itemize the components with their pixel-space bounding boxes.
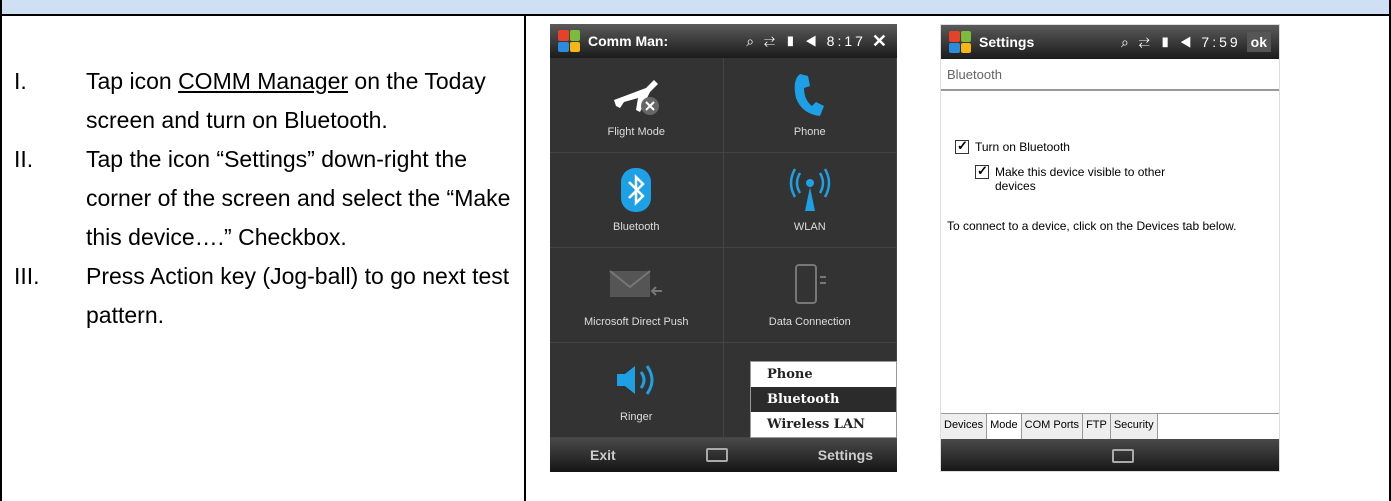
mail-icon xyxy=(550,260,723,310)
step-3: III. Press Action key (Jog-ball) to go n… xyxy=(14,257,524,335)
turn-on-bluetooth-checkbox[interactable]: Turn on Bluetooth xyxy=(955,138,1070,154)
antenna-icon xyxy=(724,165,897,215)
step-text: Press Action key (Jog-ball) to go next t… xyxy=(86,263,510,328)
bluetooth-icon xyxy=(550,165,723,215)
step-number: I. xyxy=(14,68,27,94)
tab-security[interactable]: Security xyxy=(1110,414,1158,439)
step-number: II. xyxy=(14,146,34,172)
visible-checkbox[interactable]: Make this device visible to other device… xyxy=(975,163,1195,193)
column-divider xyxy=(524,16,526,501)
step-text: Tap the icon “Settings” down-right the c… xyxy=(86,146,511,250)
step-1: I. Tap icon COMM Manager on the Today sc… xyxy=(14,62,524,140)
menu-item-bluetooth[interactable]: Bluetooth xyxy=(751,387,896,412)
step-text-pre: Tap icon xyxy=(86,68,179,94)
tab-mode[interactable]: Mode xyxy=(987,414,1022,439)
tile-label: Microsoft Direct Push xyxy=(583,316,689,328)
info-text: To connect to a device, click on the Dev… xyxy=(947,219,1237,233)
tab-devices[interactable]: Devices xyxy=(941,414,988,439)
speaker-icon xyxy=(550,355,723,405)
section-header: Bluetooth xyxy=(941,59,1279,91)
tile-direct-push[interactable]: Microsoft Direct Push xyxy=(550,248,724,343)
menu-item-wireless-lan[interactable]: Wireless LAN xyxy=(751,412,896,437)
tab-com-ports[interactable]: COM Ports xyxy=(1021,414,1084,439)
tile-bluetooth[interactable]: Bluetooth xyxy=(550,153,724,248)
bluetooth-settings-screenshot: Settings ⌕ ⇄ ▮ ◀ 7:59 ok Bluetooth Turn … xyxy=(940,24,1280,472)
checkbox-icon[interactable] xyxy=(975,163,989,179)
windows-logo-icon[interactable] xyxy=(558,30,580,52)
step-text: Tap icon COMM Manager on the Today scree… xyxy=(86,62,516,140)
tab-strip: Devices Mode COM Ports FTP Security xyxy=(941,413,1279,439)
tile-label: Data Connection xyxy=(768,316,851,328)
ok-button[interactable]: ok xyxy=(1246,32,1271,52)
keyboard-icon[interactable] xyxy=(705,448,728,462)
menu-item-phone[interactable]: Phone xyxy=(751,362,896,387)
softkey-bar xyxy=(941,439,1279,471)
title-bar: Comm Man: ⌕ ⇄ ▮ ◀ 8:17 ✕ xyxy=(550,24,897,58)
phone-icon xyxy=(724,70,897,120)
step-number: III. xyxy=(14,263,40,289)
status-icons: ⌕ ⇄ ▮ ◀ 8:17 xyxy=(746,32,866,49)
close-icon[interactable]: ✕ xyxy=(872,31,887,52)
app-title: Comm Man: xyxy=(588,33,669,49)
device-icon xyxy=(724,260,897,310)
checkbox-label: Make this device visible to other device… xyxy=(995,165,1166,193)
tile-ringer[interactable]: Ringer xyxy=(550,343,724,438)
title-bar: Settings ⌕ ⇄ ▮ ◀ 7:59 ok xyxy=(941,25,1279,59)
tile-label: Phone xyxy=(793,126,826,138)
comm-manager-link: COMM Manager xyxy=(178,68,349,94)
tile-phone[interactable]: Phone xyxy=(723,58,897,153)
header-band xyxy=(0,0,1391,16)
tile-flight-mode[interactable]: Flight Mode xyxy=(550,58,724,153)
softkey-bar: Exit Settings xyxy=(550,438,897,472)
tile-label: Flight Mode xyxy=(607,126,665,138)
tile-label: Bluetooth xyxy=(613,221,660,233)
airplane-icon xyxy=(550,70,723,120)
tab-ftp[interactable]: FTP xyxy=(1083,414,1111,439)
settings-menu: Phone Bluetooth Wireless LAN xyxy=(750,361,897,438)
keyboard-icon[interactable] xyxy=(1111,449,1134,463)
step-2: II. Tap the icon “Settings” down-right t… xyxy=(14,140,524,257)
tile-label: Ringer xyxy=(620,411,653,423)
status-icons: ⌕ ⇄ ▮ ◀ 7:59 xyxy=(1120,33,1241,50)
comm-manager-screenshot: Comm Man: ⌕ ⇄ ▮ ◀ 8:17 ✕ Flight Mode Pho… xyxy=(550,24,897,472)
tile-data-connection[interactable]: Data Connection xyxy=(723,248,897,343)
checkbox-icon[interactable] xyxy=(955,138,969,154)
checkbox-label: Turn on Bluetooth xyxy=(975,140,1070,154)
app-title: Settings xyxy=(979,34,1035,50)
instruction-list: I. Tap icon COMM Manager on the Today sc… xyxy=(14,62,524,335)
settings-softkey[interactable]: Settings xyxy=(818,447,873,463)
tile-label: WLAN xyxy=(793,221,826,233)
exit-softkey[interactable]: Exit xyxy=(590,447,616,463)
tile-wlan[interactable]: WLAN xyxy=(723,153,897,248)
windows-logo-icon[interactable] xyxy=(949,31,971,53)
